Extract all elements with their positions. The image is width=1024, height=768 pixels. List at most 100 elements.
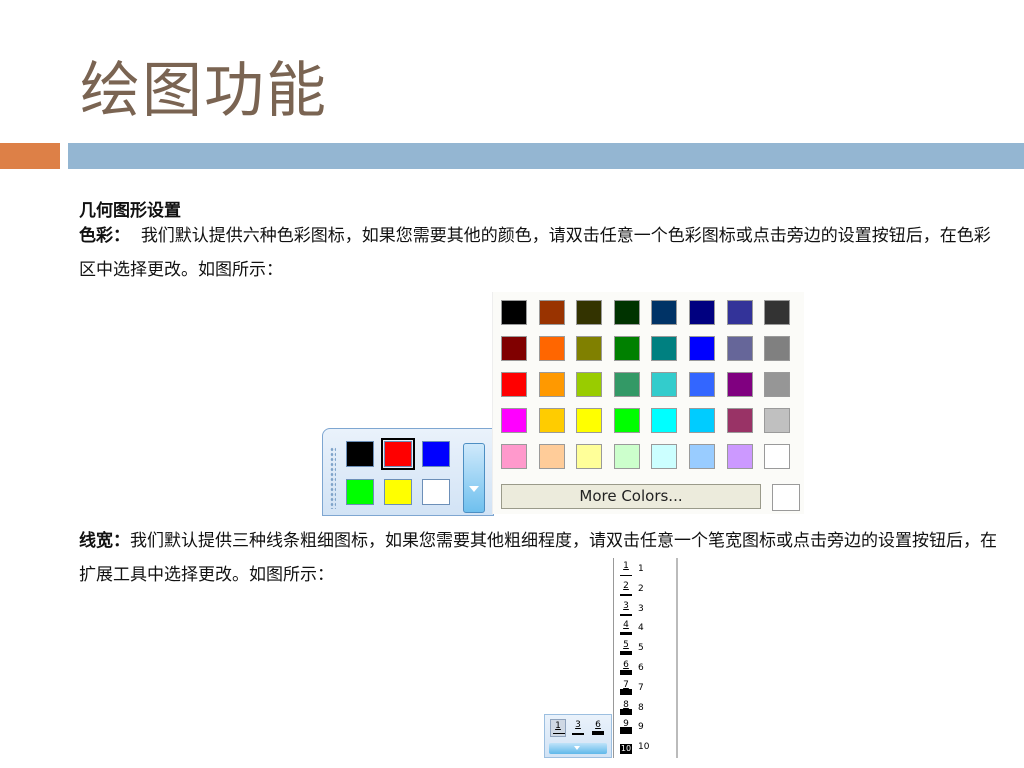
color-grid-swatch[interactable] [538, 444, 565, 469]
color-grid-swatch[interactable] [764, 372, 791, 397]
color-label: 色彩： [79, 226, 130, 246]
color-grid-swatch[interactable] [764, 336, 791, 361]
line-width-text: 我们默认提供三种线条粗细图标，如果您需要其他粗细程度，请双击任意一个笔宽图标或点… [79, 531, 997, 585]
color-grid-swatch[interactable] [538, 408, 565, 433]
color-grid-swatch[interactable] [576, 408, 603, 433]
default-color-swatch[interactable] [381, 438, 415, 470]
color-grid-swatch[interactable] [613, 408, 640, 433]
line-width-icon: 2 [620, 581, 632, 596]
color-grid-swatch[interactable] [651, 336, 678, 361]
line-width-bar [620, 651, 632, 656]
line-width-option[interactable]: 11 [620, 562, 672, 580]
color-palette-toolbar [322, 428, 494, 516]
default-color-swatch[interactable] [384, 479, 412, 505]
line-width-option-label: 7 [638, 682, 644, 693]
color-grid-swatch[interactable] [501, 444, 527, 469]
color-grid-swatch[interactable] [501, 300, 527, 325]
line-width-option-label: 9 [638, 722, 644, 733]
color-grid-swatch[interactable] [689, 336, 715, 361]
line-width-bar [620, 688, 632, 695]
line-width-bar [620, 632, 632, 636]
line-width-expand-button[interactable] [549, 743, 607, 754]
line-width-label: 线宽： [79, 531, 130, 551]
color-grid-swatch[interactable] [501, 336, 527, 361]
default-color-swatch[interactable] [346, 441, 374, 467]
color-grid-swatch[interactable] [576, 372, 603, 397]
line-width-icon: 3 [620, 600, 632, 616]
line-width-option[interactable]: 66 [620, 661, 672, 679]
more-colors-button[interactable]: More Colors... [501, 484, 761, 509]
color-grid-swatch[interactable] [501, 372, 527, 397]
line-width-option[interactable]: 33 [620, 600, 672, 620]
line-width-option[interactable]: 55 [620, 641, 672, 659]
color-grid-swatch[interactable] [689, 408, 715, 433]
line-width-option[interactable]: 10 10 [620, 740, 672, 758]
line-width-icon-number: 10 [620, 744, 632, 754]
toolbar-grip[interactable] [330, 447, 336, 509]
color-grid-swatch[interactable] [651, 372, 678, 397]
line-width-icon: 4 [620, 620, 632, 636]
line-width-default-label: 6 [595, 720, 601, 730]
line-width-icon: 8 [620, 700, 632, 715]
line-width-option[interactable]: 44 [620, 621, 672, 639]
color-grid-swatch[interactable] [613, 300, 640, 325]
color-grid-swatch[interactable] [576, 300, 603, 325]
line-width-icon-number: 3 [623, 600, 629, 611]
color-paragraph: 色彩： 我们默认提供六种色彩图标，如果您需要其他的颜色，请双击任意一个色彩图标或… [79, 219, 999, 287]
color-grid-swatch[interactable] [576, 336, 603, 361]
line-width-option[interactable]: 22 [620, 581, 672, 600]
line-width-option[interactable]: 88 [620, 700, 672, 719]
line-width-option-label: 2 [638, 583, 644, 594]
color-grid-swatch[interactable] [689, 372, 715, 397]
color-grid-swatch[interactable] [613, 372, 640, 397]
color-grid-swatch[interactable] [689, 300, 715, 325]
current-color-preview [772, 484, 800, 511]
color-grid-swatch[interactable] [726, 336, 753, 361]
color-text: 我们默认提供六种色彩图标，如果您需要其他的颜色，请双击任意一个色彩图标或点击旁边… [79, 226, 991, 280]
line-width-icon: 1 [620, 562, 632, 576]
color-grid-swatch[interactable] [726, 300, 753, 325]
default-color-swatch[interactable] [422, 479, 450, 505]
color-grid-swatch[interactable] [538, 300, 565, 325]
color-grid-swatch[interactable] [764, 408, 791, 433]
line-width-option-label: 3 [638, 603, 644, 614]
color-grid-swatch[interactable] [651, 300, 678, 325]
color-grid-swatch[interactable] [613, 336, 640, 361]
color-grid-swatch[interactable] [501, 408, 527, 433]
color-grid-panel: More Colors... [492, 292, 804, 514]
color-grid-swatch[interactable] [726, 372, 753, 397]
line-width-bar [553, 733, 565, 734]
line-width-option-label: 5 [638, 643, 644, 654]
line-width-icon-number: 5 [623, 640, 629, 651]
line-width-option-label: 10 [638, 742, 650, 753]
color-grid-swatch[interactable] [689, 444, 715, 469]
title-accent-bar-blue [68, 143, 1024, 169]
color-grid-swatch[interactable] [726, 444, 753, 469]
color-grid-swatch[interactable] [651, 444, 678, 469]
color-grid-swatch[interactable] [576, 444, 603, 469]
color-grid-swatch[interactable] [613, 444, 640, 469]
chevron-down-icon [574, 746, 580, 750]
line-width-default-button[interactable]: 3 [570, 719, 586, 737]
slide-title: 绘图功能 [80, 56, 328, 126]
color-grid-swatch[interactable] [651, 408, 678, 433]
default-color-swatch[interactable] [422, 441, 450, 467]
color-grid-swatch[interactable] [726, 408, 753, 433]
line-width-option[interactable]: 99 [620, 720, 672, 738]
line-width-icon-number: 4 [623, 620, 629, 631]
title-accent-bar-orange [0, 143, 60, 169]
line-width-option-label: 1 [638, 564, 644, 574]
color-grid-swatch[interactable] [538, 336, 565, 361]
line-width-default-button[interactable]: 6 [590, 719, 606, 737]
color-grid-swatch[interactable] [764, 300, 791, 325]
line-width-option[interactable]: 77 [620, 680, 672, 699]
line-width-bar [620, 613, 632, 616]
line-width-option-label: 4 [638, 623, 644, 634]
line-width-bar [620, 575, 632, 576]
line-width-default-button[interactable]: 1 [550, 719, 566, 737]
color-grid-swatch[interactable] [538, 372, 565, 397]
line-width-bar [572, 733, 584, 735]
color-expand-button[interactable] [463, 443, 485, 513]
default-color-swatch[interactable] [346, 479, 374, 505]
color-grid-swatch[interactable] [764, 444, 791, 469]
